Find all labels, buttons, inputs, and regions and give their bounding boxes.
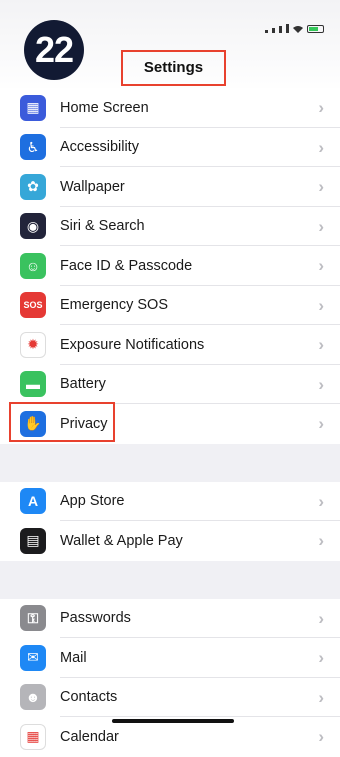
settings-row-emergency-sos[interactable]: SOS Emergency SOS › bbox=[0, 285, 340, 325]
face-id-icon: ☺ bbox=[20, 252, 46, 279]
settings-row-label: Siri & Search bbox=[60, 218, 145, 235]
settings-row-label: Wallet & Apple Pay bbox=[60, 532, 183, 549]
chevron-right-icon: › bbox=[318, 687, 324, 707]
key-icon: ⚿ bbox=[20, 605, 46, 632]
chevron-right-icon: › bbox=[318, 295, 324, 315]
settings-row-app-store[interactable]: A App Store › bbox=[0, 481, 340, 521]
contacts-icon: ☻ bbox=[20, 684, 46, 711]
settings-row-label: Passwords bbox=[60, 610, 131, 627]
accessibility-icon: ♿ bbox=[20, 134, 46, 161]
settings-row-label: Accessibility bbox=[60, 139, 139, 156]
wifi-icon bbox=[293, 26, 303, 33]
settings-row-label: Mail bbox=[60, 649, 87, 666]
chevron-right-icon: › bbox=[318, 414, 324, 433]
chevron-right-icon: › bbox=[318, 374, 324, 394]
settings-row-label: App Store bbox=[60, 493, 125, 510]
settings-group-1: ▦ Home Screen › ♿ Accessibility › ✿ Wallpaper › ◉… bbox=[0, 88, 340, 444]
sos-icon: SOS bbox=[20, 292, 46, 319]
settings-row-label: Emergency SOS bbox=[60, 297, 168, 314]
page-title: Settings bbox=[121, 50, 226, 86]
battery-status-icon bbox=[307, 25, 324, 33]
home-screen-grid-icon: ▦ bbox=[20, 94, 46, 121]
siri-icon: ◉ bbox=[20, 213, 46, 240]
signal-bar-icon bbox=[286, 24, 289, 33]
chevron-right-icon: › bbox=[318, 727, 324, 746]
settings-row-exposure-notifications[interactable]: ✹ Exposure Notifications › bbox=[0, 325, 340, 365]
settings-row-privacy[interactable]: ✋ Privacy › bbox=[0, 404, 340, 444]
signal-bar-icon bbox=[265, 30, 268, 33]
chevron-right-icon: › bbox=[318, 216, 324, 236]
wallet-icon: ▤ bbox=[20, 527, 46, 554]
settings-list: ▦ Home Screen › ♿ Accessibility › ✿ Wallpaper › ◉… bbox=[0, 88, 340, 757]
mail-icon: ✉ bbox=[20, 644, 46, 671]
chevron-right-icon: › bbox=[318, 98, 324, 117]
privacy-hand-icon: ✋ bbox=[20, 410, 46, 437]
signal-bar-icon bbox=[272, 28, 275, 33]
calendar-icon: ▦ bbox=[20, 723, 46, 750]
settings-row-label: Contacts bbox=[60, 689, 118, 706]
chevron-right-icon: › bbox=[318, 137, 324, 157]
chevron-right-icon: › bbox=[318, 608, 324, 628]
signal-bar-icon bbox=[279, 26, 282, 33]
chevron-right-icon: › bbox=[318, 177, 324, 196]
settings-row-home-screen[interactable]: ▦ Home Screen › bbox=[0, 88, 340, 128]
settings-row-mail[interactable]: ✉ Mail › bbox=[0, 638, 340, 678]
status-icons bbox=[265, 24, 324, 33]
battery-icon: ▬ bbox=[20, 371, 46, 398]
settings-row-accessibility[interactable]: ♿ Accessibility › bbox=[0, 127, 340, 167]
chevron-right-icon: › bbox=[318, 335, 324, 354]
settings-row-label: Calendar bbox=[60, 728, 119, 745]
settings-group-2: A App Store › ▤ Wallet & Apple Pay › bbox=[0, 481, 340, 561]
chevron-right-icon: › bbox=[318, 648, 324, 667]
settings-group-3: ⚿ Passwords › ✉ Mail › ☻ Contacts › ▦ Calendar › bbox=[0, 598, 340, 757]
settings-row-siri-and-search[interactable]: ◉ Siri & Search › bbox=[0, 206, 340, 246]
settings-row-label: Face ID & Passcode bbox=[60, 257, 193, 274]
chevron-right-icon: › bbox=[318, 531, 324, 550]
exposure-notifications-icon: ✹ bbox=[20, 331, 46, 358]
settings-row-contacts[interactable]: ☻ Contacts › bbox=[0, 677, 340, 717]
app-store-icon: A bbox=[20, 488, 46, 515]
settings-row-wallpaper[interactable]: ✿ Wallpaper › bbox=[0, 167, 340, 207]
settings-row-label: Exposure Notifications bbox=[60, 336, 205, 353]
home-indicator[interactable] bbox=[112, 719, 234, 723]
group-separator bbox=[0, 560, 340, 599]
chevron-right-icon: › bbox=[318, 256, 324, 275]
wallpaper-flower-icon: ✿ bbox=[20, 173, 46, 200]
settings-row-label: Home Screen bbox=[60, 99, 149, 116]
group-separator bbox=[0, 443, 340, 482]
settings-row-label: Battery bbox=[60, 376, 106, 393]
settings-row-battery[interactable]: ▬ Battery › bbox=[0, 364, 340, 404]
settings-row-label: Privacy bbox=[60, 415, 108, 432]
chevron-right-icon: › bbox=[318, 491, 324, 511]
settings-row-passwords[interactable]: ⚿ Passwords › bbox=[0, 598, 340, 638]
settings-row-wallet-and-apple-pay[interactable]: ▤ Wallet & Apple Pay › bbox=[0, 521, 340, 561]
settings-row-label: Wallpaper bbox=[60, 178, 125, 195]
step-number-badge: 22 bbox=[24, 20, 84, 80]
settings-row-face-id-and-passcode[interactable]: ☺ Face ID & Passcode › bbox=[0, 246, 340, 286]
